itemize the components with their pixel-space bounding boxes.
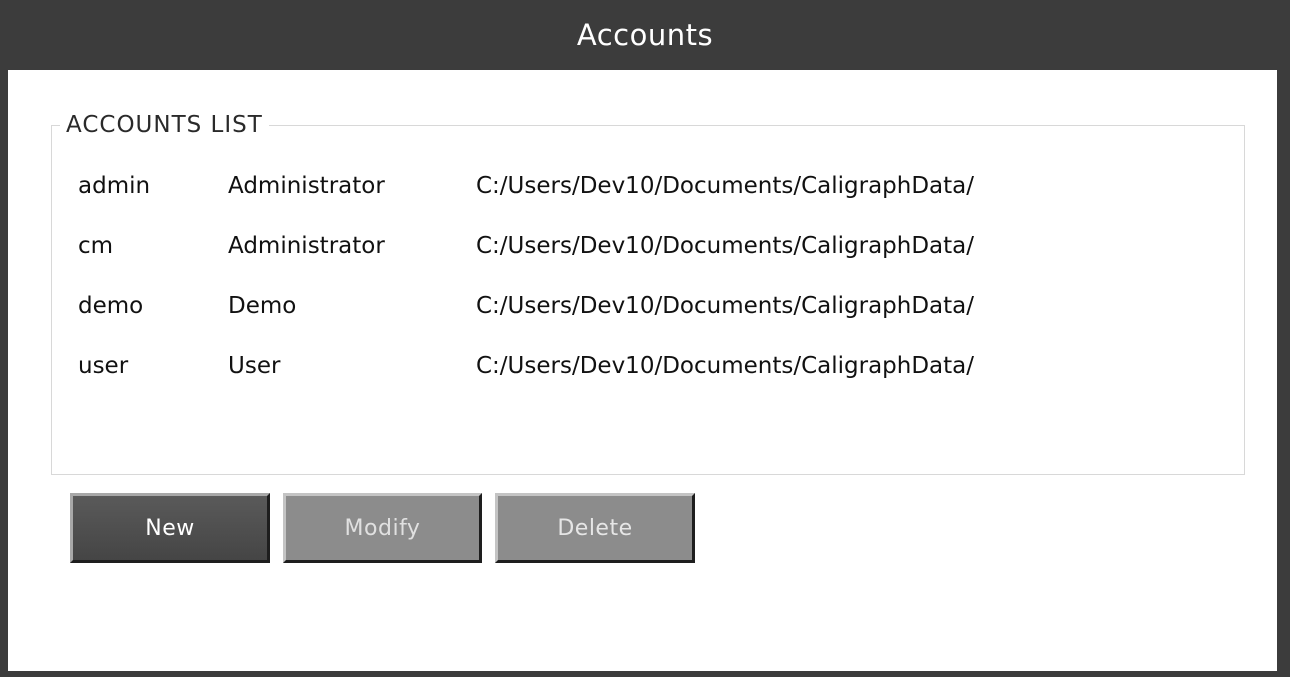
account-name: admin [78, 173, 151, 199]
delete-button[interactable]: Delete [495, 493, 695, 563]
account-path: C:/Users/Dev10/Documents/CaligraphData/ [476, 173, 975, 199]
account-name: user [78, 353, 129, 379]
account-role: Administrator [228, 233, 385, 259]
account-role: Administrator [228, 173, 385, 199]
account-path: C:/Users/Dev10/Documents/CaligraphData/ [476, 353, 975, 379]
account-name: cm [78, 233, 114, 259]
accounts-list-group: ACCOUNTS LIST admin Administrator C:/Use… [51, 107, 1245, 475]
modify-button[interactable]: Modify [283, 493, 482, 563]
window-title: Accounts [576, 18, 714, 52]
account-role: User [228, 353, 281, 379]
accounts-window: Accounts ACCOUNTS LIST admin Administrat… [0, 0, 1290, 677]
account-name: demo [78, 293, 144, 319]
accounts-list-legend: ACCOUNTS LIST [60, 107, 269, 143]
account-role: Demo [228, 293, 297, 319]
new-button[interactable]: New [70, 493, 270, 563]
account-path: C:/Users/Dev10/Documents/CaligraphData/ [476, 293, 975, 319]
window-content: ACCOUNTS LIST admin Administrator C:/Use… [8, 70, 1277, 671]
account-path: C:/Users/Dev10/Documents/CaligraphData/ [476, 233, 975, 259]
